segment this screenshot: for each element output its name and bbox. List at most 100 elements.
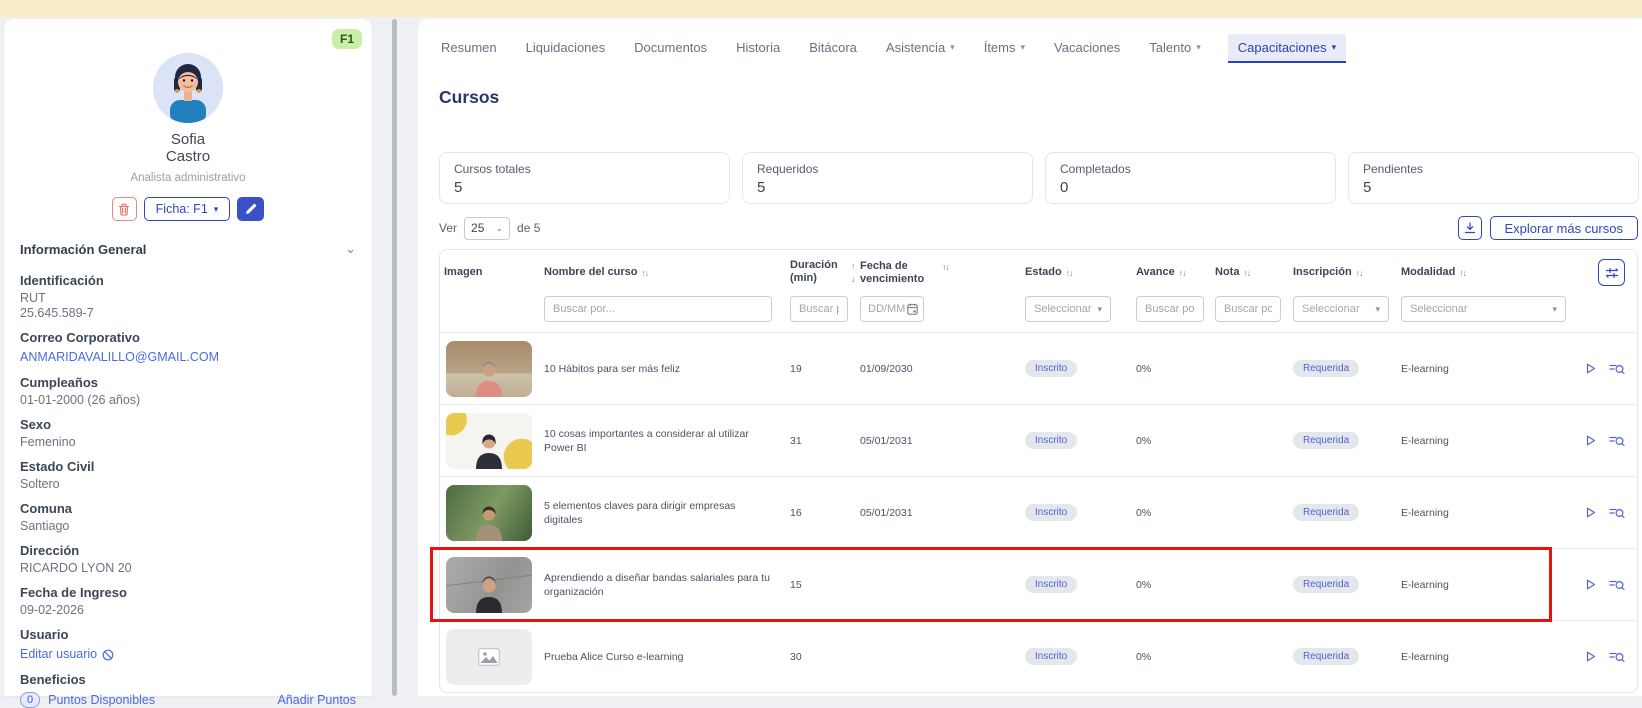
field-correo-corporativo: Correo Corporativo ANMARIDAVALILLO@GMAIL… xyxy=(20,330,356,366)
course-details-button[interactable] xyxy=(1609,434,1625,447)
course-row-highlighted: Aprendiendo a diseñar bandas salariales … xyxy=(440,548,1637,620)
course-name[interactable]: 5 elementos claves para dirigir empresas… xyxy=(540,499,786,527)
course-row: 10 Hábitos para ser más feliz 19 01/09/2… xyxy=(440,332,1637,404)
ban-icon xyxy=(102,649,114,661)
employee-role: Analista administrativo xyxy=(20,172,356,184)
info-general-title: Información General xyxy=(20,242,146,257)
caret-down-icon: ▾ xyxy=(1196,42,1201,53)
tab-items[interactable]: Ítems▾ xyxy=(982,34,1027,63)
filter-nombre-input[interactable] xyxy=(544,296,772,322)
tab-capacitaciones[interactable]: Capacitaciones▾ xyxy=(1228,34,1346,63)
course-progress: 0% xyxy=(1132,651,1211,663)
points-available-link[interactable]: Puntos Disponibles xyxy=(48,693,155,707)
ficha-dropdown-label: Ficha: F1 xyxy=(156,202,208,216)
course-progress: 0% xyxy=(1132,363,1211,375)
page-size-select[interactable]: 25 ⌄ xyxy=(464,217,510,240)
course-details-button[interactable] xyxy=(1609,578,1625,591)
tab-bitacora[interactable]: Bitácora xyxy=(807,34,859,63)
course-thumbnail xyxy=(446,341,532,397)
employee-last-name: Castro xyxy=(20,148,356,165)
course-due-date: 05/01/2031 xyxy=(856,435,1021,447)
sort-icon[interactable]: ↑↓ xyxy=(1459,267,1466,280)
play-course-button[interactable] xyxy=(1584,506,1597,519)
course-name[interactable]: 10 cosas importantes a considerar al uti… xyxy=(540,427,786,455)
stat-requeridos: Requeridos 5 xyxy=(742,152,1033,204)
course-stats: Cursos totales 5 Requeridos 5 Completado… xyxy=(439,152,1642,204)
delete-employee-button[interactable] xyxy=(112,197,137,221)
employee-first-name: Sofia xyxy=(20,131,356,148)
filter-avance-input[interactable] xyxy=(1136,296,1204,322)
vertical-scrollbar[interactable] xyxy=(392,19,397,696)
col-duracion: Duración(min)↑↓ xyxy=(786,259,856,286)
employee-name: Sofia Castro xyxy=(20,131,356,165)
course-thumbnail-placeholder xyxy=(446,629,532,685)
details-search-icon xyxy=(1609,578,1625,591)
status-badge: Inscrito xyxy=(1025,576,1077,593)
add-points-link[interactable]: Añadir Puntos xyxy=(277,693,356,707)
chevron-down-icon: ⌄ xyxy=(345,241,356,257)
edit-user-link[interactable]: Editar usuario xyxy=(20,647,114,662)
woman-avatar-icon xyxy=(153,53,223,123)
tab-vacaciones[interactable]: Vacaciones xyxy=(1052,34,1122,63)
info-general-section-header[interactable]: Información General ⌄ xyxy=(20,241,356,257)
sliders-icon xyxy=(1605,266,1619,280)
course-name[interactable]: 10 Hábitos para ser más feliz xyxy=(540,362,786,376)
play-icon xyxy=(1584,506,1597,519)
page-size-prefix: Ver xyxy=(439,221,457,235)
filter-nota-input[interactable] xyxy=(1215,296,1281,322)
corporate-email-link[interactable]: ANMARIDAVALILLO@GMAIL.COM xyxy=(20,350,219,365)
tab-documentos[interactable]: Documentos xyxy=(632,34,709,63)
image-placeholder-icon xyxy=(478,648,500,666)
status-badge: Inscrito xyxy=(1025,648,1077,665)
sort-icon[interactable]: ↑↓ xyxy=(1243,267,1250,280)
course-modality: E-learning xyxy=(1397,363,1584,375)
tab-liquidaciones[interactable]: Liquidaciones xyxy=(524,34,608,63)
trash-icon xyxy=(118,203,130,216)
enrollment-badge: Requerida xyxy=(1293,504,1359,521)
sort-icon[interactable]: ↑↓ xyxy=(642,267,649,280)
course-thumbnail xyxy=(446,485,532,541)
explore-courses-button[interactable]: Explorar más cursos xyxy=(1490,216,1638,240)
play-course-button[interactable] xyxy=(1584,362,1597,375)
tab-resumen[interactable]: Resumen xyxy=(439,34,499,63)
course-details-button[interactable] xyxy=(1609,362,1625,375)
course-row: Prueba Alice Curso e-learning 30 Inscrit… xyxy=(440,620,1637,692)
filter-inscripcion-select[interactable]: Seleccionar ▾ xyxy=(1293,296,1389,322)
filter-duracion-input[interactable] xyxy=(790,296,848,322)
column-settings-button[interactable] xyxy=(1598,259,1625,286)
ficha-dropdown-button[interactable]: Ficha: F1 ▾ xyxy=(144,197,231,221)
sort-icon[interactable]: ↑↓ xyxy=(1066,267,1073,280)
table-header-row: Imagen Nombre del curso↑↓ Duración(min)↑… xyxy=(440,250,1637,290)
tab-talento[interactable]: Talento▾ xyxy=(1147,34,1202,63)
sort-icon[interactable]: ↑↓ xyxy=(1179,267,1186,280)
filter-modalidad-select[interactable]: Seleccionar ▾ xyxy=(1401,296,1566,322)
course-name[interactable]: Prueba Alice Curso e-learning xyxy=(540,650,786,664)
main-panel: Resumen Liquidaciones Documentos Histori… xyxy=(418,19,1642,696)
play-course-button[interactable] xyxy=(1584,434,1597,447)
course-name[interactable]: Aprendiendo a diseñar bandas salariales … xyxy=(540,571,786,599)
sort-icon[interactable]: ↑↓ xyxy=(942,261,949,274)
play-course-button[interactable] xyxy=(1584,578,1597,591)
col-estado: Estado↑↓ xyxy=(1021,266,1132,280)
pencil-icon xyxy=(245,203,257,215)
col-inscripcion: Inscripción↑↓ xyxy=(1289,266,1397,280)
edit-employee-button[interactable] xyxy=(237,197,264,221)
filter-fecha-input[interactable]: DD/MM xyxy=(860,296,924,322)
play-course-button[interactable] xyxy=(1584,650,1597,663)
tab-historia[interactable]: Historia xyxy=(734,34,782,63)
download-button[interactable] xyxy=(1458,216,1482,240)
employee-fields: Identificación RUT 25.645.589-7 Correo C… xyxy=(20,273,356,708)
course-progress: 0% xyxy=(1132,507,1211,519)
course-details-button[interactable] xyxy=(1609,650,1625,663)
page-title: Cursos xyxy=(439,87,1642,108)
col-avance: Avance↑↓ xyxy=(1132,266,1211,280)
field-fecha-ingreso: Fecha de Ingreso 09-02-2026 xyxy=(20,585,356,618)
course-duration: 31 xyxy=(786,435,856,447)
enrollment-badge: Requerida xyxy=(1293,360,1359,377)
caret-down-icon: ▾ xyxy=(1332,42,1337,53)
filter-estado-select[interactable]: Seleccionar ▾ xyxy=(1025,296,1111,322)
status-badge: Inscrito xyxy=(1025,504,1077,521)
course-details-button[interactable] xyxy=(1609,506,1625,519)
sort-icon[interactable]: ↑↓ xyxy=(1356,267,1363,280)
tab-asistencia[interactable]: Asistencia▾ xyxy=(884,34,957,63)
